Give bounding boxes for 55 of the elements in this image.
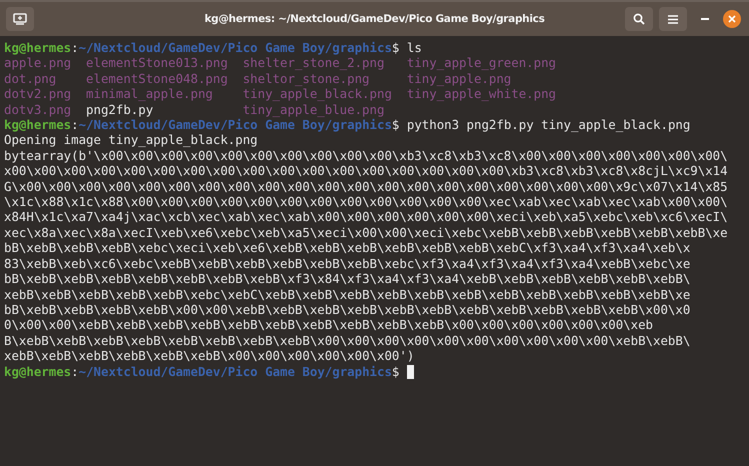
text-cursor: [406, 364, 414, 379]
output-line: xebB\xebB\xebB\xebB\xebB\xebB\x00\x00\x00\x00\x00\x00'): [4, 348, 416, 364]
prompt-user: kg@hermes: [4, 364, 72, 379]
output-line: bB\xebB\xebB\xebB\xebc\xeci\xeb\xe6\xebB\xebB\xebB\xebB\xebB\xebB\xebC\xf3\xa4\xf3\xa4\xeb\x: [4, 240, 692, 256]
prompt-separator: :: [71, 117, 79, 132]
menu-button[interactable]: [659, 7, 687, 31]
output-line: \x1c\x88\x1c\x88\x00\x00\x00\x00\x00\x00\x00\x00\x00\x00\x00\x00\xec\xab\xec\xab\xec\xab\x00\x00\: [4, 194, 729, 210]
terminal-tab-icon: [13, 13, 27, 25]
menu-icon: [668, 14, 678, 24]
file-name: minimal_apple.png: [86, 86, 214, 102]
search-icon: [633, 13, 645, 25]
file-name: apple.png: [4, 55, 72, 71]
file-name: elementStone048.png: [86, 70, 228, 86]
output-line: G\x00\x00\x00\x00\x00\x00\x00\x00\x00\x00\x00\x00\x00\x00\x00\x00\x00\x00\x00\x00\x9c\x07\x14\x85: [4, 178, 729, 194]
file-name: tiny_apple_black.png: [242, 86, 392, 102]
file-name: dot.png: [4, 70, 58, 86]
output-line: bB\xebB\xebB\xebB\xebB\xebB\xebB\xebB\xf3\x84\xf3\xa4\xf3\xa4\xebB\xebB\xebB\xebB\xebB\xebB\: [4, 271, 692, 286]
prompt-symbol: $: [392, 117, 400, 132]
prompt-path: ~/Nextcloud/GameDev/Pico Game Boy/graphics: [78, 364, 392, 379]
file-name: shelter_stone_2.png: [242, 55, 386, 71]
prompt-symbol: $: [392, 40, 400, 55]
file-name: tiny_apple_green.png: [406, 55, 556, 71]
prompt-path: ~/Nextcloud/GameDev/Pico Game Boy/graphics: [78, 40, 392, 55]
close-icon: [728, 15, 736, 23]
prompt-user: kg@hermes: [4, 40, 72, 55]
output-line: xec\x8a\xec\x8a\xecI\xeb\xe6\xebc\xeb\xa5\xeci\x00\x00\xeci\xebc\xebB\xebB\xebB\xebB\xebB\xebB\xe: [4, 224, 729, 240]
new-tab-button[interactable]: [6, 7, 34, 31]
output-line: x84H\x1c\xa7\xa4j\xac\xcb\xec\xab\xec\xab\x00\x00\x00\x00\x00\x00\xeci\xeb\xa5\xebc\xeb\xc6\xecI\: [4, 209, 729, 225]
file-name: tiny_apple_white.png: [406, 86, 556, 102]
output-line: B\xebB\xebB\xebB\xebB\xebB\xebB\xebB\xebB\x00\x00\x00\x00\x00\x00\x00\x00\x00\x00\xebB\xebB\: [4, 332, 692, 348]
file-name: elementStone013.png: [86, 55, 228, 71]
prompt-path: ~/Nextcloud/GameDev/Pico Game Boy/graphics: [78, 117, 392, 132]
output-line: 0\x00\x00\xebB\xebB\xebB\xebB\xebB\xebB\xebB\xebB\xebB\xebB\x00\x00\x00\x00\x00\x00\xeb: [4, 317, 654, 333]
file-name: dotv3.png: [4, 102, 72, 118]
file-name: dotv2.png: [4, 86, 72, 102]
search-button[interactable]: [625, 7, 653, 31]
file-name: sheltor_stone.png: [242, 70, 371, 86]
output-line: xebB\xebB\xebB\xebB\xebB\xebc\xebC\xebB\xebB\xebB\xebB\xebB\xebB\xebB\xebB\xebB\xebB\xebB\xe: [4, 286, 692, 302]
output-line: Opening image tiny_apple_black.png: [4, 132, 259, 148]
file-name: png2fb.py: [86, 102, 154, 118]
prompt-symbol: $: [392, 364, 400, 379]
minimize-icon: [701, 18, 709, 20]
output-line: 83\xebB\xeb\xc6\xebc\xebB\xebB\xebB\xebB\xebB\xebB\xebc\xf3\xa4\xf3\xa4\xf3\xa4\xebB\xebc\xe: [4, 256, 692, 272]
command-text: python3 png2fb.py tiny_apple_black.png: [406, 117, 690, 132]
output-line: bytearray(b'\x00\x00\x00\x00\x00\x00\x00\x00\x00\x00\xb3\xc8\xb3\xc8\x00\x00\x00\x00\x00\x00\x00\: [4, 148, 729, 164]
close-button[interactable]: [723, 10, 741, 28]
prompt-separator: :: [71, 364, 79, 379]
file-name: tiny_apple.png: [406, 70, 512, 86]
prompt-user: kg@hermes: [4, 117, 72, 132]
output-line: x00\x00\x00\x00\x00\x00\x00\x00\x00\x00\x00\x00\x00\x00\x00\x00\x00\xb3\xc8\xb3\xc8\x8cjL\xc9\x14: [4, 163, 729, 179]
file-name: tiny_apple_blue.png: [242, 102, 386, 118]
command-text: ls: [406, 40, 422, 55]
window-title: kg@hermes: ~/Nextcloud/GameDev/Pico Game Boy/graphics: [203, 13, 546, 25]
prompt-separator: :: [71, 40, 79, 55]
output-line: bB\xebB\xebB\xebB\xebB\x00\x00\xebB\xebB\xebB\xebB\xebB\xebB\xebB\xebB\xebB\xebB\xebB\x00\x0: [4, 302, 692, 318]
